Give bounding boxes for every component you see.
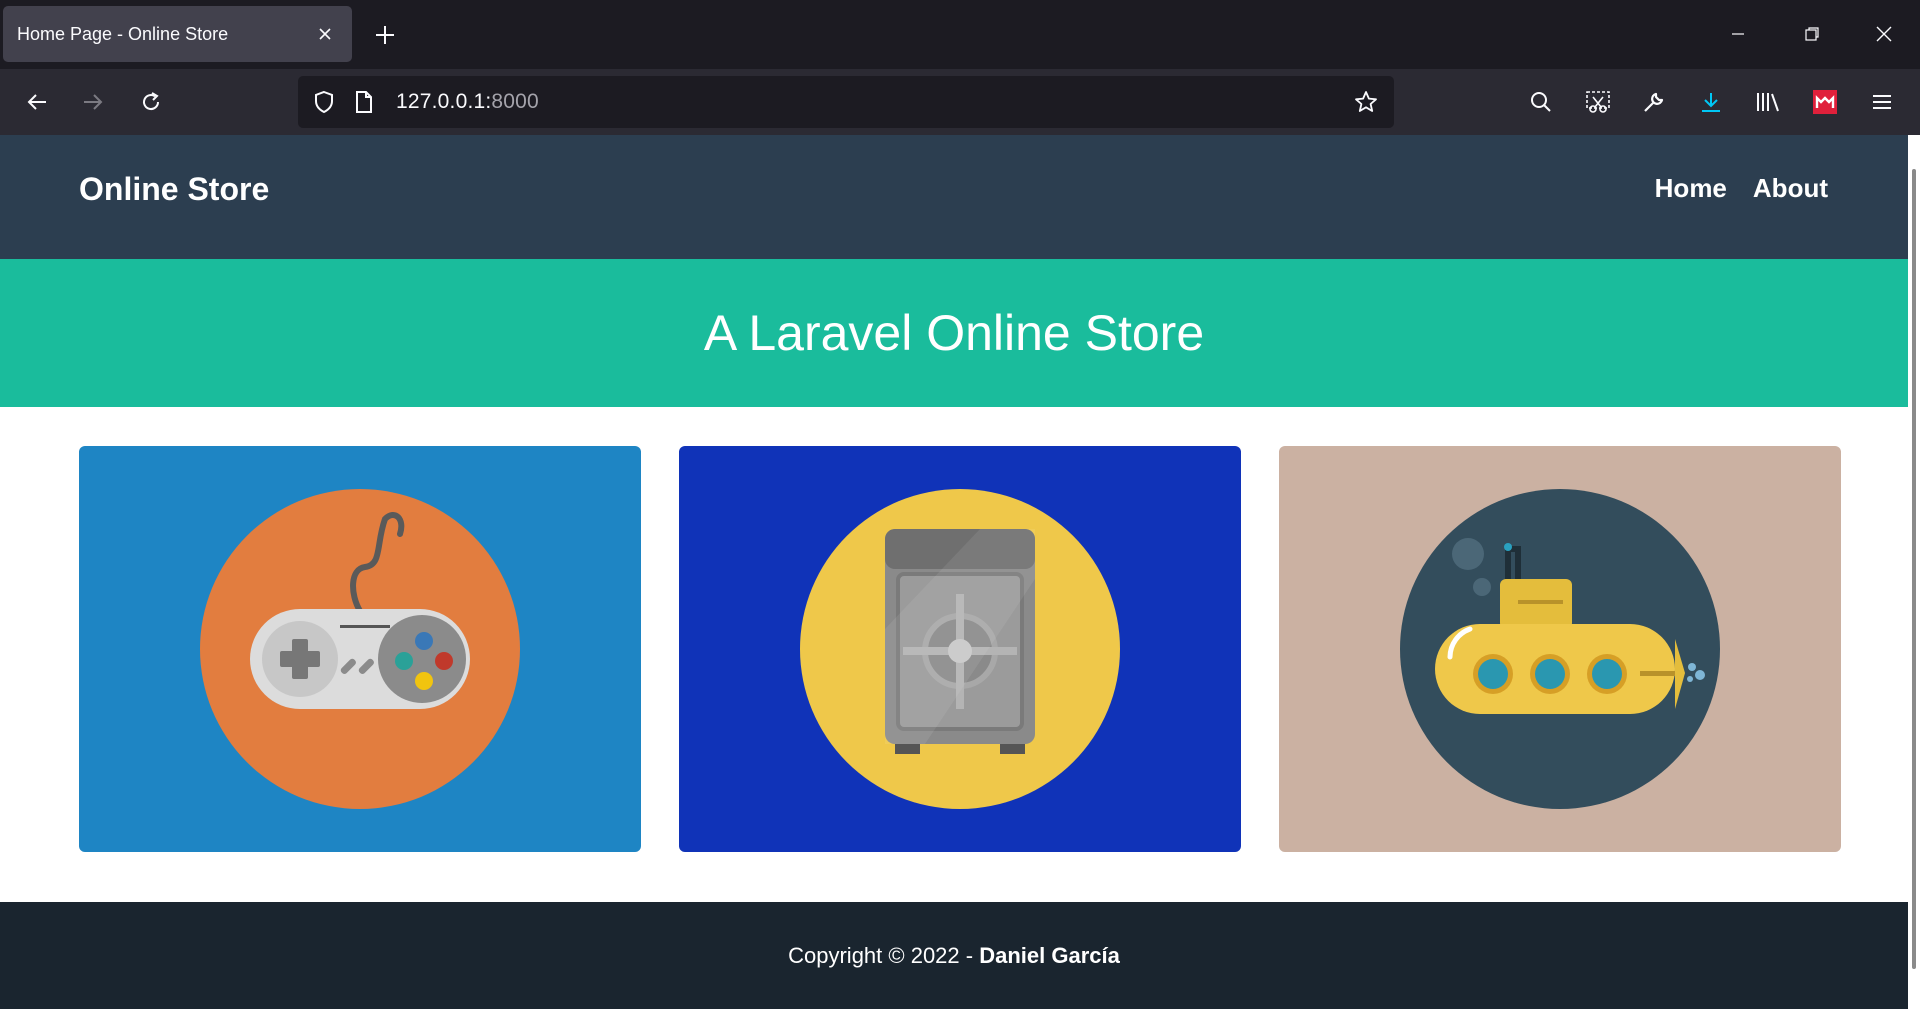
- back-arrow-icon[interactable]: [18, 83, 56, 121]
- search-icon[interactable]: [1522, 83, 1560, 121]
- site-footer: Copyright © 2022 - Daniel García: [0, 902, 1908, 1009]
- card-safe: [679, 446, 1241, 852]
- extension-icon[interactable]: [1806, 83, 1844, 121]
- hero-title: A Laravel Online Store: [703, 305, 1205, 361]
- page-scrollbar[interactable]: [1908, 135, 1920, 1009]
- screenshot-icon[interactable]: [1579, 83, 1617, 121]
- wrench-icon[interactable]: [1635, 83, 1673, 121]
- card-grid: [79, 446, 1842, 852]
- hero-banner: A Laravel Online Store: [0, 259, 1908, 407]
- forward-arrow-icon[interactable]: [74, 83, 112, 121]
- browser-toolbar: 127.0.0.1:8000: [0, 69, 1920, 135]
- scrollbar-thumb[interactable]: [1912, 169, 1916, 969]
- nav-link-home[interactable]: Home: [1655, 173, 1727, 204]
- minimize-window-icon[interactable]: [1718, 14, 1758, 54]
- page-info-icon[interactable]: [346, 84, 382, 120]
- site-brand-link[interactable]: Online Store: [79, 171, 269, 208]
- url-host: 127.0.0.1:: [396, 90, 492, 113]
- footer-author-link[interactable]: Daniel García: [979, 943, 1120, 968]
- url-text: 127.0.0.1:8000: [396, 90, 539, 114]
- close-window-icon[interactable]: [1864, 14, 1904, 54]
- page-viewport: Online Store Home About A Laravel Online…: [0, 135, 1920, 1009]
- bookmark-star-icon[interactable]: [1348, 84, 1384, 120]
- address-bar[interactable]: 127.0.0.1:8000: [298, 76, 1394, 128]
- restore-window-icon[interactable]: [1792, 14, 1832, 54]
- browser-tab-active[interactable]: Home Page - Online Store: [3, 6, 352, 62]
- game-controller-icon: [200, 489, 520, 809]
- footer-prefix: Copyright © 2022 -: [788, 942, 980, 968]
- site-nav: Home About: [1655, 173, 1828, 204]
- tab-title: Home Page - Online Store: [17, 23, 229, 44]
- url-port: 8000: [491, 90, 539, 113]
- site-header: Online Store Home About: [0, 135, 1908, 259]
- tab-close-icon[interactable]: [312, 21, 338, 47]
- reload-icon[interactable]: [132, 83, 170, 121]
- browser-tab-strip: Home Page - Online Store: [0, 0, 1920, 69]
- library-icon[interactable]: [1749, 83, 1787, 121]
- safe-icon: [800, 489, 1120, 809]
- new-tab-plus-icon[interactable]: [370, 20, 400, 50]
- nav-link-about[interactable]: About: [1753, 173, 1828, 204]
- submarine-icon: [1400, 489, 1720, 809]
- download-icon[interactable]: [1692, 83, 1730, 121]
- card-submarine: [1279, 446, 1841, 852]
- footer-copyright: Copyright © 2022 - Daniel García: [788, 943, 1120, 969]
- hamburger-menu-icon[interactable]: [1863, 83, 1901, 121]
- tracking-protection-shield-icon[interactable]: [306, 84, 342, 120]
- card-game-controller: [79, 446, 641, 852]
